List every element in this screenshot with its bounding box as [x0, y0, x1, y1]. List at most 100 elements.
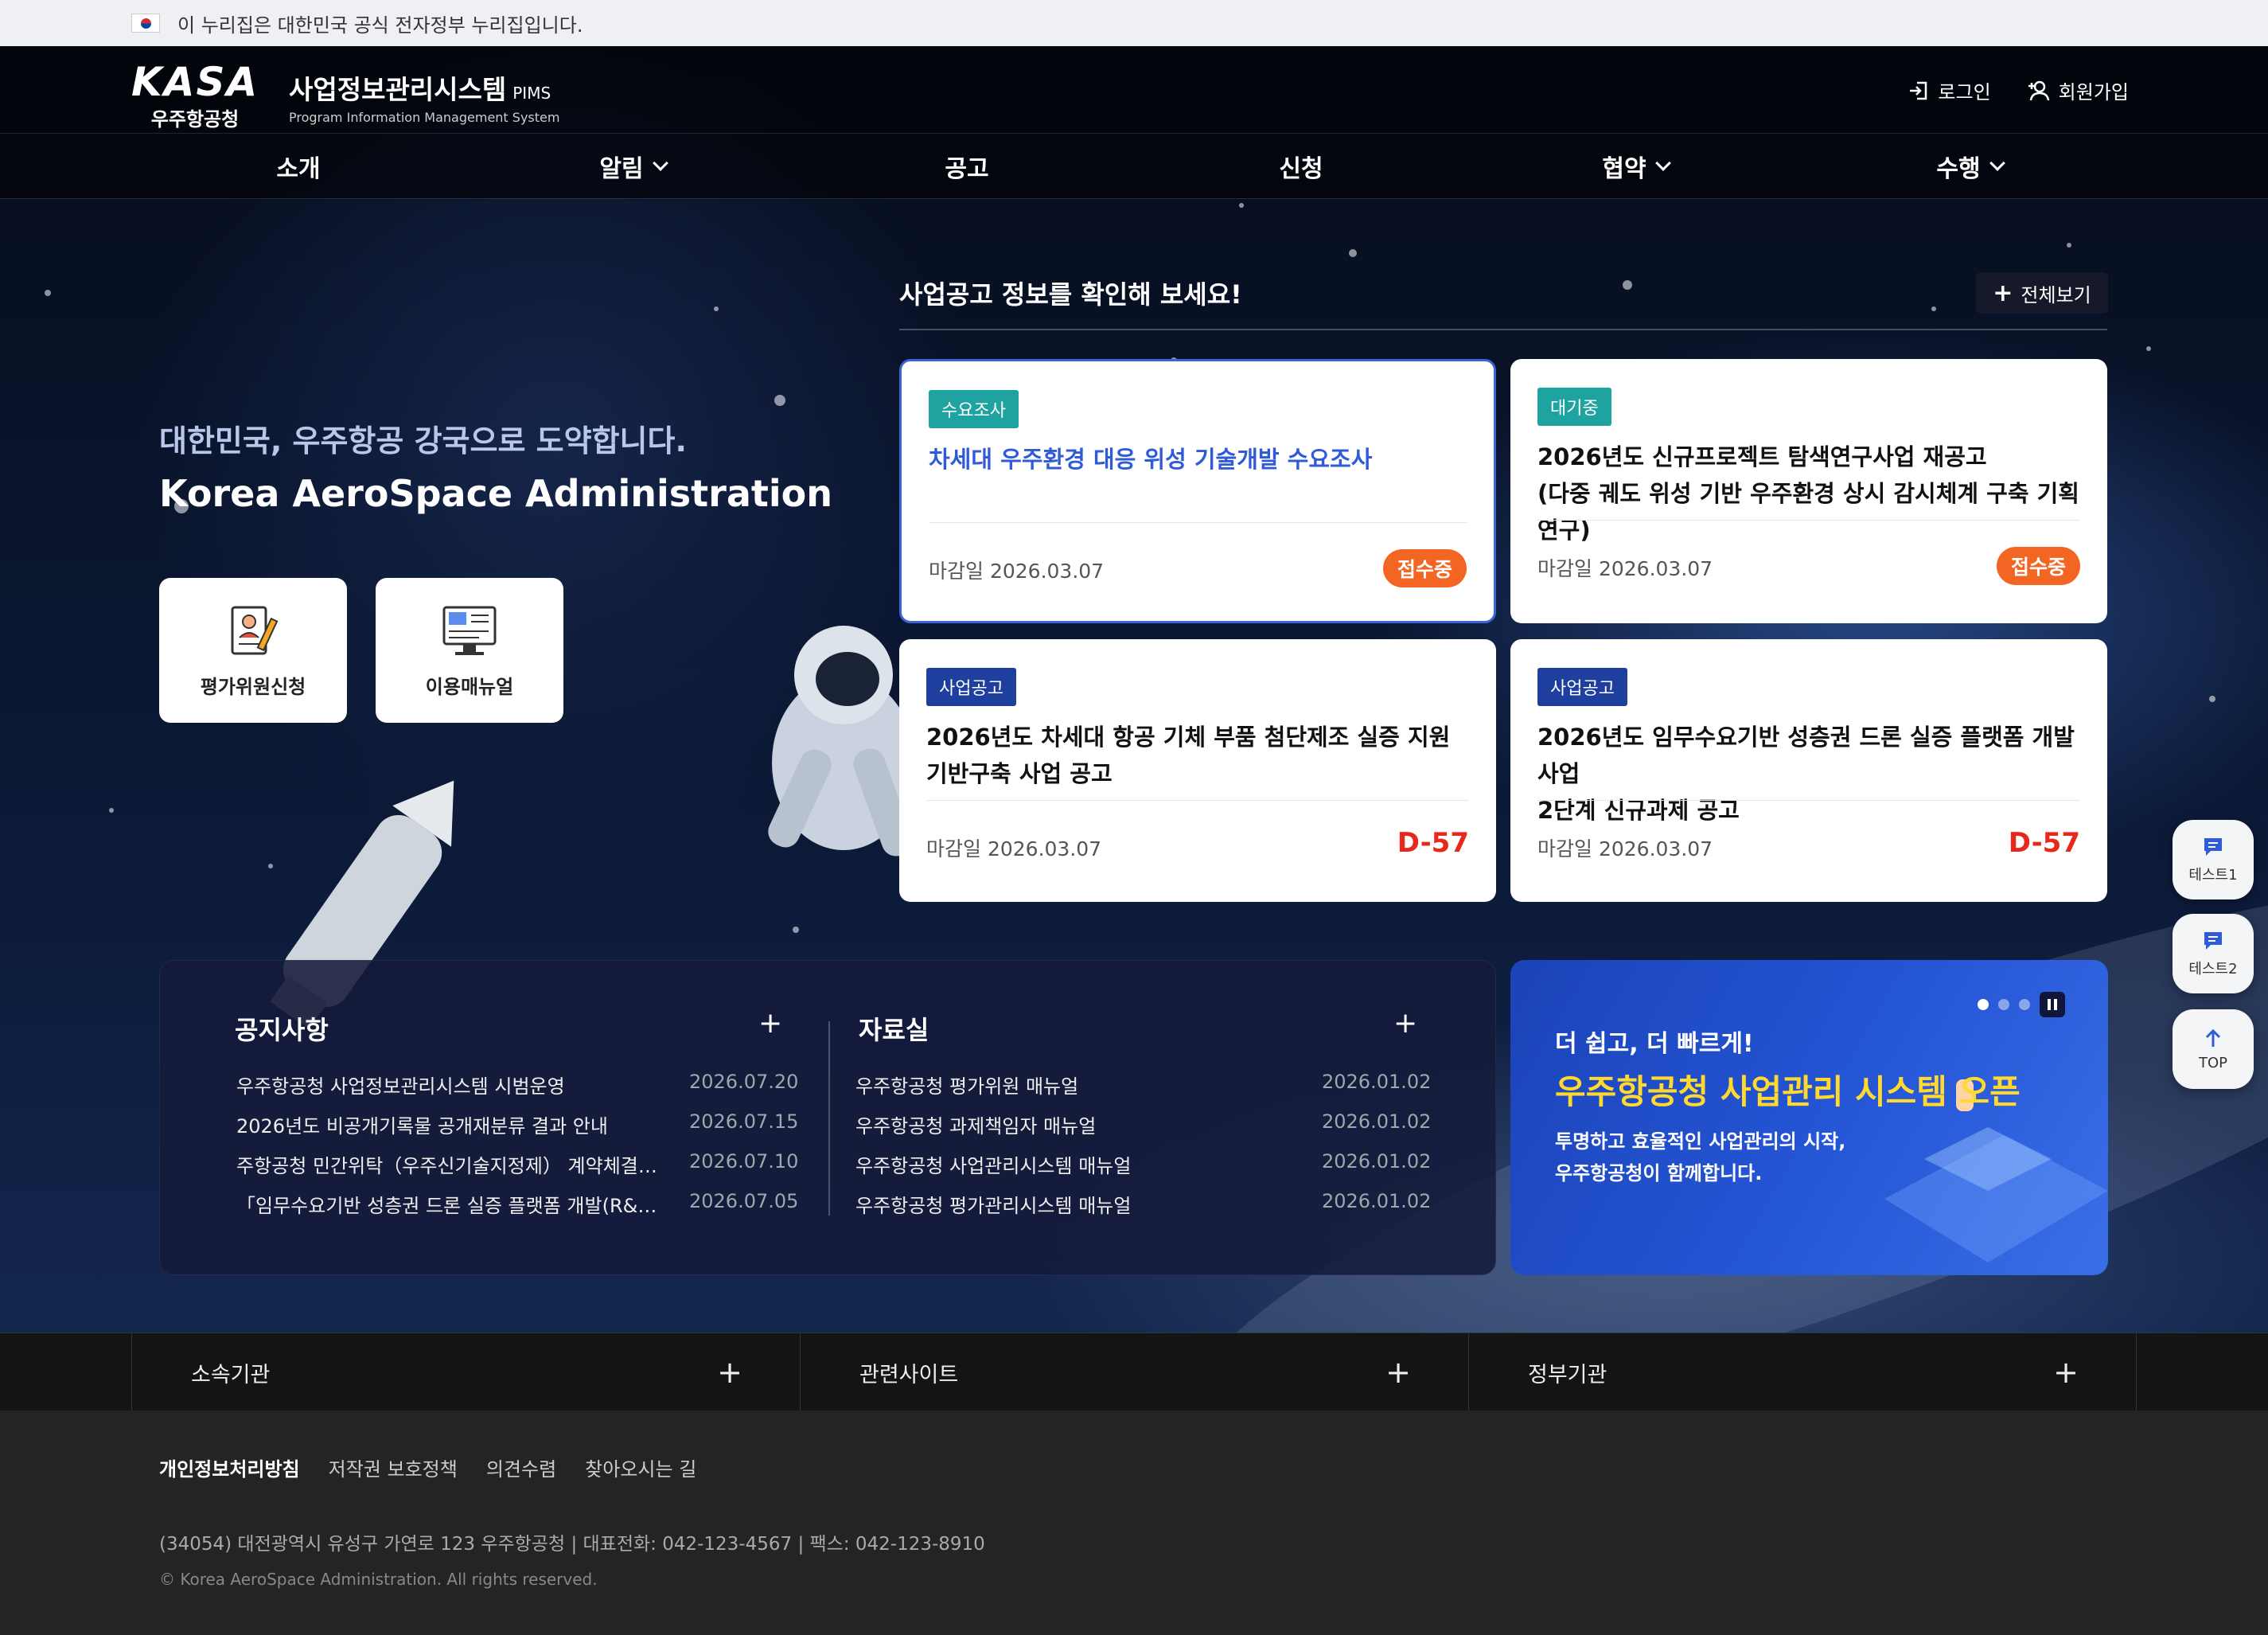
banner-description: 투명하고 효율적인 사업관리의 시작, 우주항공청이 함께합니다. [1555, 1130, 1846, 1184]
nav-item-notice[interactable]: 알림 [466, 134, 800, 198]
card-deadline: 마감일 2026.03.07 [1537, 837, 1713, 860]
card-tag: 사업공고 [1537, 668, 1627, 706]
notice-more-icon[interactable]: + [758, 1007, 782, 1040]
d-day-label: D-57 [1397, 827, 1469, 859]
d-day-label: D-57 [2008, 827, 2080, 859]
nav-item-announcement[interactable]: 공고 [800, 134, 1134, 198]
footer: 개인정보처리방침 저작권 보호정책 의견수렴 찾아오시는 길 (34054) 대… [0, 1411, 2268, 1635]
user-manual-button[interactable]: 이용매뉴얼 [376, 578, 563, 723]
float-button-test1[interactable]: 테스트1 [2173, 820, 2254, 899]
footer-copyright: © Korea AeroSpace Administration. All ri… [159, 1570, 598, 1589]
hero-section: 대한민국, 우주항공 강국으로 도약합니다. Korea AeroSpace A… [0, 46, 2268, 1333]
carousel-dot[interactable] [1998, 999, 2009, 1010]
archive-item[interactable]: 우주항공청 사업관리시스템 매뉴얼 [855, 1150, 1301, 1178]
archive-date: 2026.01.02 [1322, 1190, 1432, 1212]
login-icon [1910, 81, 1927, 100]
main-nav: 소개 알림 공고 신청 협약 수행 [0, 134, 2268, 199]
notice-item[interactable]: 「임무수요기반 성층권 드론 실증 플랫폼 개발(R&D)」 공고 [236, 1190, 666, 1218]
chat-icon [2204, 838, 2222, 856]
nav-item-intro[interactable]: 소개 [131, 134, 466, 198]
astronaut-illustration [768, 626, 915, 857]
carousel-dot[interactable] [1978, 999, 1989, 1010]
pause-icon[interactable] [2040, 992, 2065, 1017]
archive-item[interactable]: 우주항공청 과제책임자 매뉴얼 [855, 1110, 1301, 1138]
related-links-bar: 소속기관 + 관련사이트 + 정부기관 + [0, 1333, 2268, 1411]
archive-title: 자료실 [859, 1015, 929, 1045]
arrow-up-icon [2205, 1028, 2221, 1047]
status-badge: 접수중 [1382, 549, 1467, 587]
related-government[interactable]: 정부기관 + [1468, 1333, 2137, 1411]
kasa-logo: KASA 우주항공청 [131, 59, 259, 131]
board-panel: 공지사항 + 우주항공청 사업정보관리시스템 시범운영 2026.07.20 2… [159, 960, 1496, 1275]
promo-banner[interactable]: 더 쉽고, 더 빠르게! 우주항공청 사업관리 시스템 오픈 투명하고 효율적인… [1510, 960, 2108, 1275]
feedback-link[interactable]: 의견수렴 [486, 1454, 556, 1481]
carousel-dot[interactable] [2019, 999, 2030, 1010]
announcement-heading: 사업공고 정보를 확인해 보세요! [899, 279, 1242, 310]
directions-link[interactable]: 찾아오시는 길 [585, 1454, 696, 1481]
archive-date: 2026.01.02 [1322, 1071, 1432, 1093]
auth-links: 로그인 회원가입 [1908, 76, 2129, 104]
notice-date: 2026.07.15 [689, 1110, 799, 1133]
evaluator-apply-button[interactable]: 평가위원신청 [159, 578, 347, 723]
view-all-label: 전체보기 [2021, 283, 2091, 306]
archive-item[interactable]: 우주항공청 평가위원 매뉴얼 [855, 1071, 1301, 1098]
notice-item[interactable]: 주항공청 민간위탁（우주신기술지정제） 계약체결사항 공개 [236, 1150, 666, 1178]
login-link[interactable]: 로그인 [1908, 76, 1991, 104]
card-title[interactable]: 2026년도 임무수요기반 성층권 드론 실증 플랫폼 개발 사업 2단계 신규과… [1537, 719, 2080, 829]
notice-item[interactable]: 우주항공청 사업정보관리시스템 시범운영 [236, 1071, 666, 1098]
chevron-down-icon [1989, 154, 2005, 171]
card-tag: 대기중 [1537, 388, 1611, 426]
notice-title: 공지사항 [235, 1015, 329, 1045]
status-badge: 접수중 [1996, 547, 2080, 585]
header: KASA 우주항공청 사업정보관리시스템 PIMS Program Informa… [0, 46, 2268, 134]
gov-banner-text: 이 누리집은 대한민국 공식 전자정부 누리집입니다. [177, 14, 583, 37]
card-tag: 사업공고 [926, 668, 1016, 706]
site-logo[interactable]: KASA 우주항공청 사업정보관리시스템 PIMS Program Informa… [131, 62, 559, 131]
nav-item-apply[interactable]: 신청 [1134, 134, 1468, 198]
announcement-card[interactable]: 수요조사 차세대 우주환경 대응 위성 기술개발 수요조사 마감일 2026.0… [899, 359, 1496, 623]
card-tag: 수요조사 [929, 390, 1019, 428]
card-title[interactable]: 2026년도 차세대 항공 기체 부품 첨단제조 실증 지원 기반구축 사업 공고 [926, 719, 1469, 792]
announcement-card[interactable]: 사업공고 2026년도 임무수요기반 성층권 드론 실증 플랫폼 개발 사업 2단… [1510, 639, 2107, 902]
plus-icon: + [1993, 279, 2013, 307]
announcement-card[interactable]: 사업공고 2026년도 차세대 항공 기체 부품 첨단제조 실증 지원 기반구축 … [899, 639, 1496, 902]
chat-icon [2204, 932, 2222, 950]
notice-date: 2026.07.05 [689, 1190, 799, 1212]
chevron-down-icon [652, 154, 668, 171]
view-all-button[interactable]: + 전체보기 [1976, 272, 2108, 314]
card-divider [929, 522, 1467, 523]
privacy-policy-link[interactable]: 개인정보처리방침 [159, 1454, 300, 1481]
korea-flag-icon [131, 14, 160, 33]
nav-item-agreement[interactable]: 협약 [1468, 134, 1802, 198]
related-sites[interactable]: 관련사이트 + [800, 1333, 1468, 1411]
card-deadline: 마감일 2026.03.07 [929, 560, 1105, 583]
carousel-controls [1978, 992, 2065, 1017]
footer-address: (34054) 대전광역시 유성구 가연로 123 우주항공청 | 대표전화: … [159, 1534, 985, 1555]
notice-item[interactable]: 2026년도 비공개기록물 공개재분류 결과 안내 [236, 1110, 666, 1138]
plus-icon: + [2053, 1355, 2079, 1390]
signup-link[interactable]: 회원가입 [2027, 76, 2129, 104]
card-divider [1537, 800, 2080, 801]
card-title[interactable]: 2026년도 신규프로젝트 탐색연구사업 재공고 (다중 궤도 위성 기반 우주환… [1537, 439, 2080, 548]
archive-more-icon[interactable]: + [1393, 1007, 1417, 1040]
user-add-icon [2028, 80, 2049, 100]
footer-menu: 개인정보처리방침 저작권 보호정책 의견수렴 찾아오시는 길 [159, 1454, 696, 1481]
announcement-card[interactable]: 대기중 2026년도 신규프로젝트 탐색연구사업 재공고 (다중 궤도 위성 기반… [1510, 359, 2107, 623]
archive-item[interactable]: 우주항공청 평가관리시스템 매뉴얼 [855, 1190, 1301, 1218]
banner-subtitle: 더 쉽고, 더 빠르게! [1555, 1030, 1754, 1058]
copyright-policy-link[interactable]: 저작권 보호정책 [329, 1454, 458, 1481]
float-button-test2[interactable]: 테스트2 [2173, 914, 2254, 993]
card-deadline: 마감일 2026.03.07 [926, 837, 1102, 860]
nav-item-execution[interactable]: 수행 [1802, 134, 2137, 198]
card-divider [926, 800, 1469, 801]
related-affiliated[interactable]: 소속기관 + [131, 1333, 800, 1411]
slogan-english: Korea AeroSpace Administration [159, 472, 832, 515]
archive-date: 2026.01.02 [1322, 1150, 1432, 1173]
archive-date: 2026.01.02 [1322, 1110, 1432, 1133]
announcement-divider [899, 329, 2107, 330]
card-title[interactable]: 차세대 우주환경 대응 위성 기술개발 수요조사 [929, 441, 1467, 478]
board-divider [828, 1021, 830, 1216]
card-divider [1537, 520, 2080, 521]
scroll-top-button[interactable]: TOP [2173, 1009, 2254, 1089]
gov-banner: 이 누리집은 대한민국 공식 전자정부 누리집입니다. [0, 0, 2268, 46]
